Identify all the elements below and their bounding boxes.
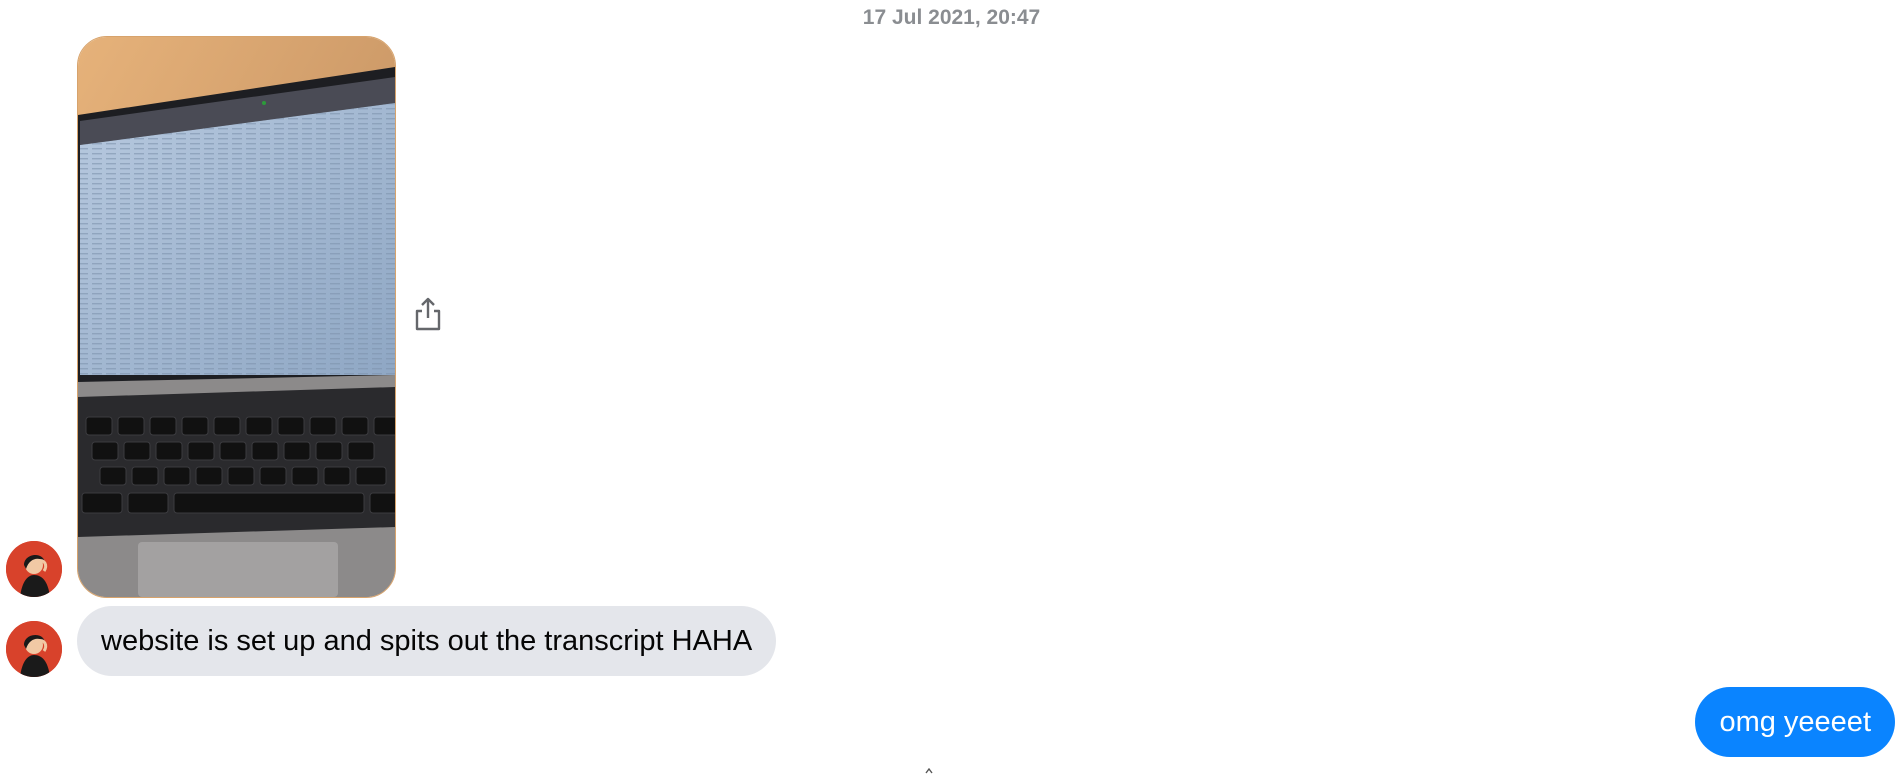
contact-avatar[interactable] — [6, 541, 62, 597]
share-icon — [415, 297, 441, 331]
scroll-indicator-icon — [925, 768, 933, 774]
image-message[interactable] — [77, 36, 396, 598]
incoming-message-bubble[interactable]: website is set up and spits out the tran… — [77, 606, 777, 676]
outgoing-message-text: omg yeeeet — [1719, 705, 1871, 738]
share-button[interactable] — [410, 294, 446, 334]
laptop-photo — [78, 37, 395, 597]
message-timestamp: 17 Jul 2021, 20:47 — [862, 6, 1041, 29]
avatar-image — [6, 541, 62, 597]
incoming-message-text: website is set up and spits out the tran… — [101, 624, 753, 657]
contact-avatar[interactable] — [6, 621, 62, 677]
outgoing-message-bubble[interactable]: omg yeeeet — [1695, 687, 1895, 757]
avatar-image — [6, 621, 62, 677]
